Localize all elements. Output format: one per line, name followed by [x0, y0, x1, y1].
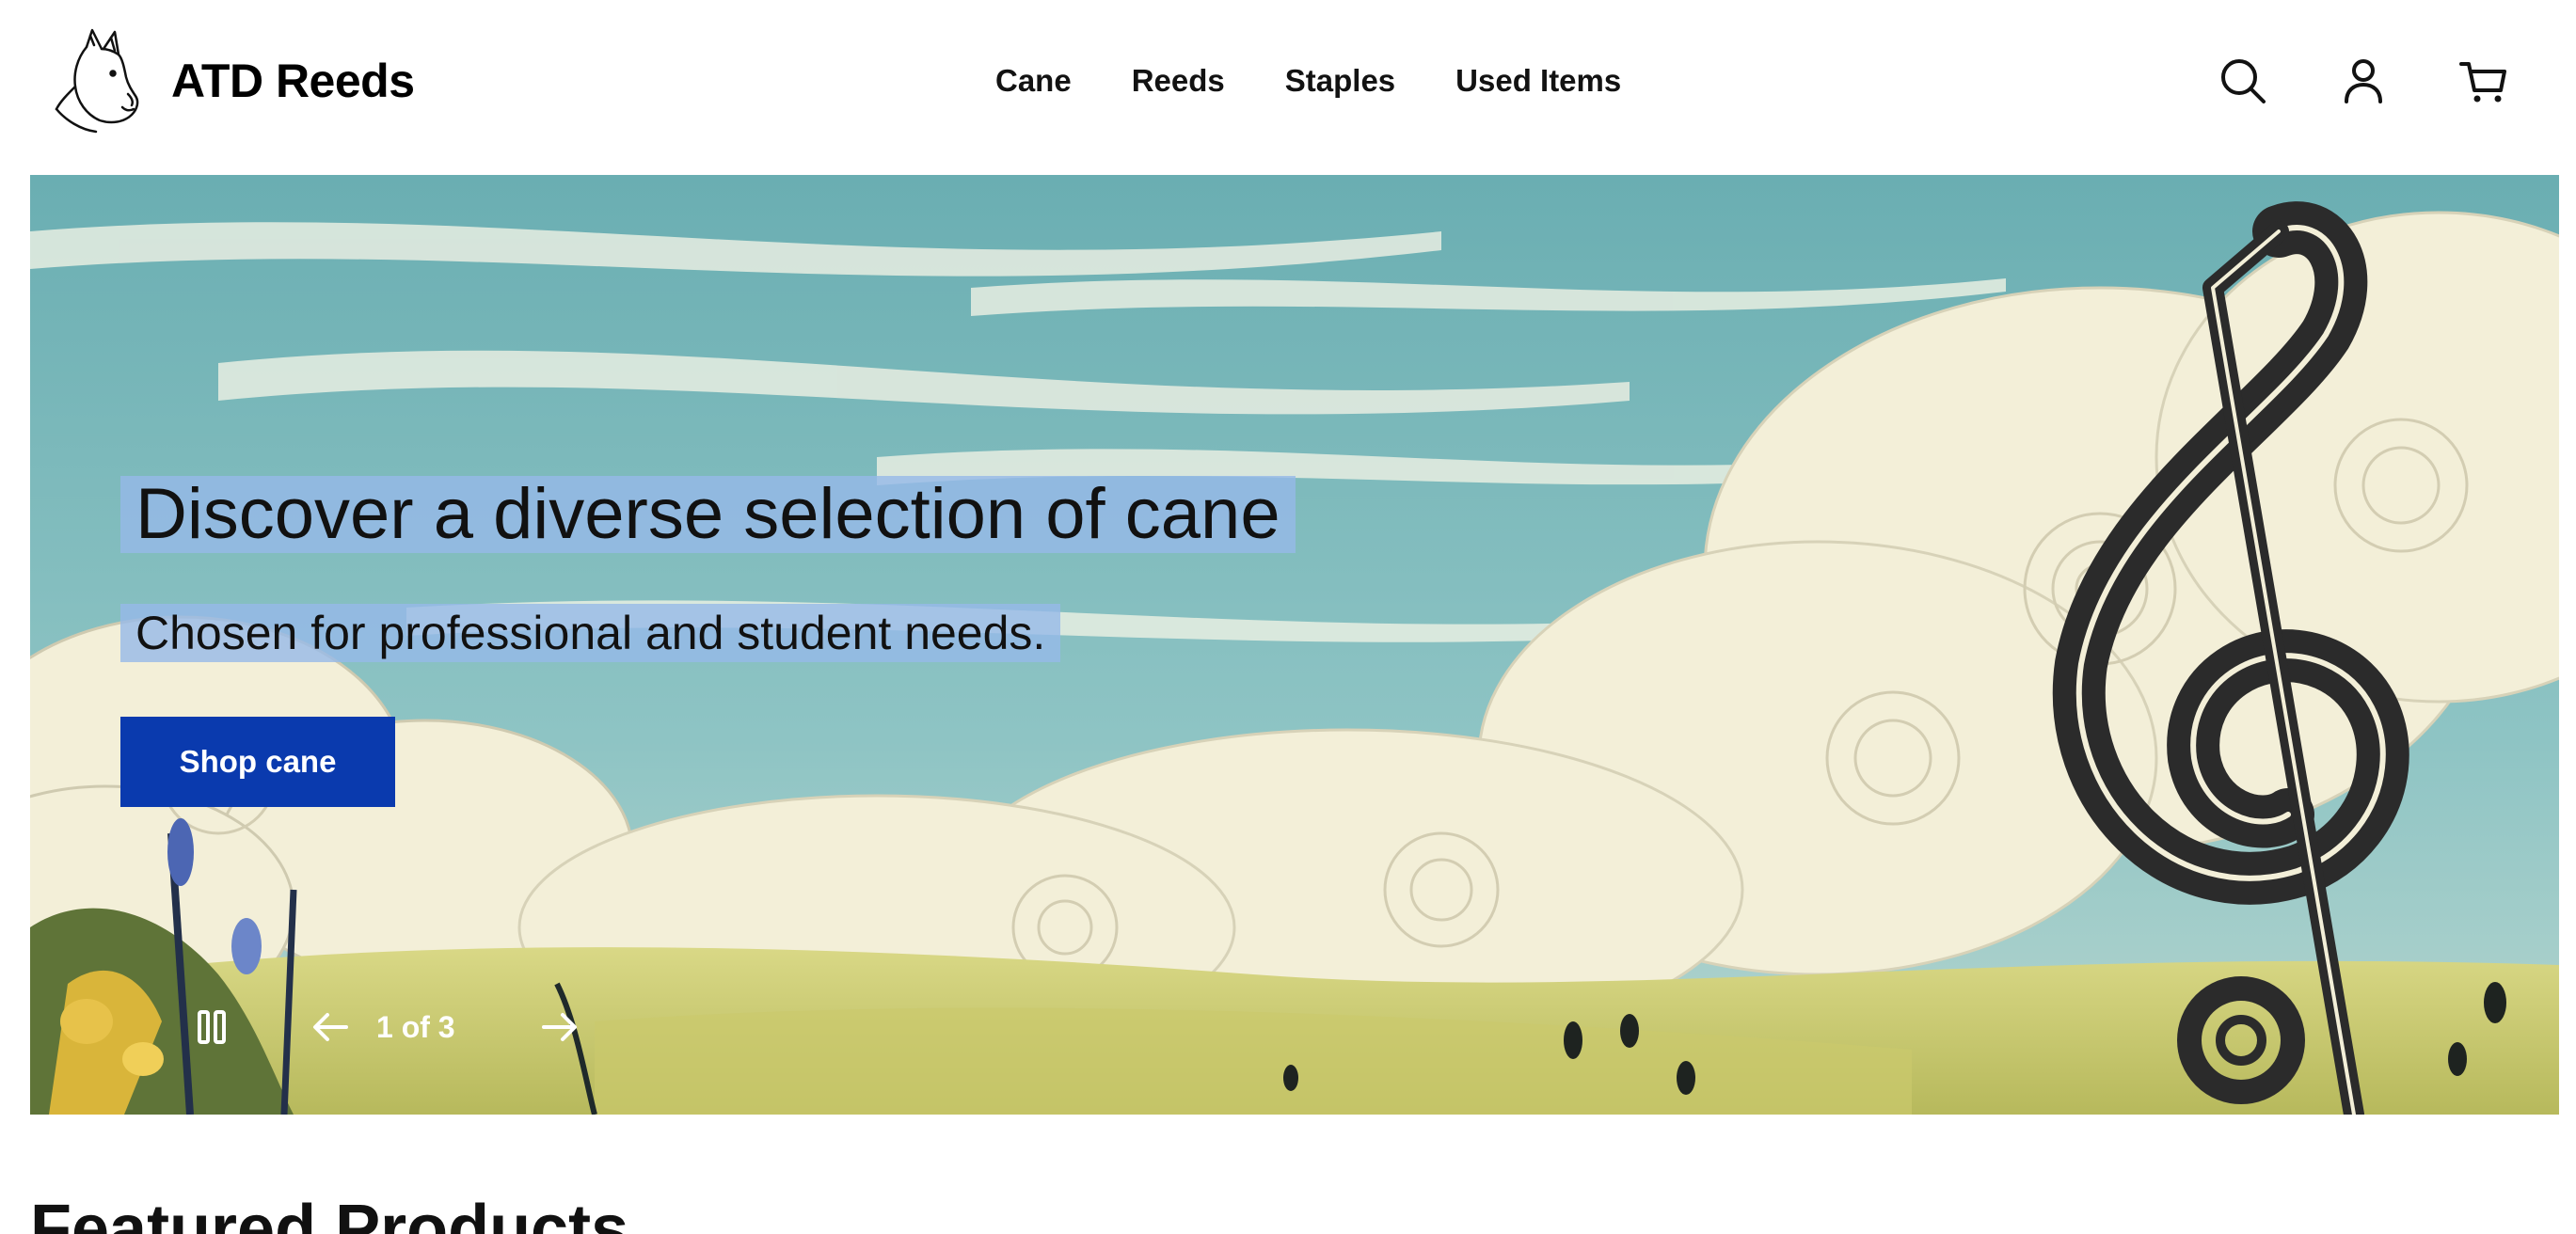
shop-cane-button[interactable]: Shop cane [120, 717, 395, 807]
nav-item-cane[interactable]: Cane [995, 58, 1072, 103]
cart-icon[interactable] [2456, 53, 2512, 109]
slide-counter: 1 of 3 [376, 1010, 455, 1044]
nav-item-used-items[interactable]: Used Items [1455, 58, 1621, 103]
site-header: ATD Reeds Cane Reeds Staples Used Items [0, 0, 2576, 175]
previous-slide-arrow-icon[interactable] [303, 999, 359, 1055]
hero-heading: Discover a diverse selection of cane [120, 476, 1296, 553]
pause-icon[interactable] [184, 999, 241, 1055]
brand-name[interactable]: ATD Reeds [171, 49, 415, 113]
next-slide-arrow-icon[interactable] [531, 999, 587, 1055]
hero-subheading: Chosen for professional and student need… [120, 604, 1061, 662]
search-icon[interactable] [2215, 53, 2271, 109]
nav-item-staples[interactable]: Staples [1285, 58, 1395, 103]
account-icon[interactable] [2335, 53, 2392, 109]
hero-slideshow: Discover a diverse selection of cane Cho… [30, 175, 2559, 1115]
dog-logo-icon[interactable] [49, 26, 152, 137]
nav-item-reeds[interactable]: Reeds [1132, 58, 1225, 103]
featured-products-heading: Featured Products [30, 1192, 629, 1234]
main-nav: Cane Reeds Staples Used Items [995, 58, 1621, 103]
